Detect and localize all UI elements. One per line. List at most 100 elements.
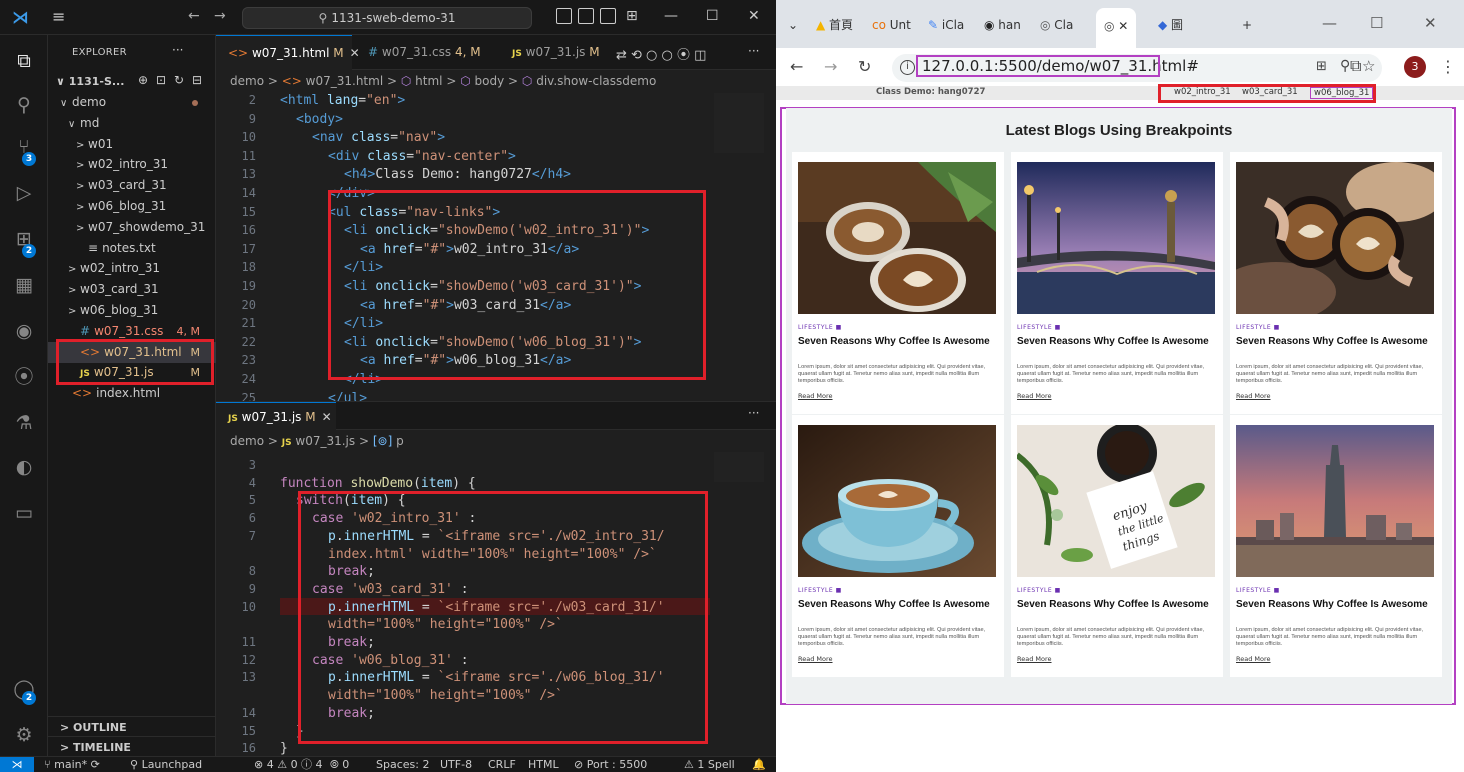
- tree-item-w06-blog-31[interactable]: > w06_blog_31: [48, 300, 216, 321]
- maximize-icon[interactable]: ☐: [706, 8, 719, 24]
- close-window-icon[interactable]: ✕: [1424, 14, 1437, 32]
- browser-tab[interactable]: ◎ ✕: [1096, 8, 1137, 48]
- forward-arrow-icon[interactable]: →: [214, 8, 226, 24]
- bookmark-star-icon[interactable]: ☆: [1362, 57, 1375, 75]
- minimap[interactable]: [714, 452, 764, 482]
- breadcrumb-item[interactable]: w07_31.html: [306, 74, 384, 88]
- more-actions-icon[interactable]: ···: [172, 43, 183, 57]
- read-more-link[interactable]: Read More: [1236, 655, 1271, 663]
- timeline-icon[interactable]: ⦿: [12, 365, 36, 389]
- toggle-sidebar-icon[interactable]: [556, 8, 572, 24]
- browser-tab[interactable]: co Unt: [872, 10, 911, 40]
- language-status[interactable]: HTML: [528, 757, 559, 772]
- layout-icon[interactable]: ⊞: [626, 8, 638, 24]
- testing-icon[interactable]: ⚗: [12, 411, 36, 435]
- read-more-link[interactable]: Read More: [1017, 655, 1052, 663]
- tree-item-w02-intro-31[interactable]: > w02_intro_31: [48, 154, 216, 175]
- command-center[interactable]: ⚲ 1131-sweb-demo-31: [242, 7, 532, 29]
- branch-status[interactable]: ⑂ main* ⟳: [44, 757, 100, 772]
- project-root[interactable]: ∨ 1131-S...: [56, 75, 124, 88]
- notifications-icon[interactable]: 🔔: [752, 757, 766, 772]
- toggle-panel-icon[interactable]: [578, 8, 594, 24]
- browser-tab[interactable]: ◎ Cla: [1040, 10, 1073, 40]
- read-more-link[interactable]: Read More: [798, 655, 833, 663]
- tree-item-w01[interactable]: > w01: [48, 134, 216, 155]
- read-more-link[interactable]: Read More: [1017, 392, 1052, 400]
- encoding-status[interactable]: UTF-8: [440, 757, 472, 772]
- extensions-puzzle-icon[interactable]: ⧉: [1350, 56, 1361, 76]
- indent-status[interactable]: Spaces: 2: [376, 757, 429, 772]
- timeline-section[interactable]: > TIMELINE: [48, 736, 216, 757]
- breadcrumb-item[interactable]: div.show-classdemo: [536, 74, 656, 88]
- zoom-icon[interactable]: ⚲: [1340, 58, 1350, 74]
- compare-icon[interactable]: ⇄ ⟲ ○ ○ ⦿ ◫: [616, 44, 706, 63]
- forward-button[interactable]: →: [824, 57, 837, 76]
- remote-indicator-icon[interactable]: ⋊: [0, 757, 34, 772]
- editor-more-icon[interactable]: ···: [748, 44, 759, 58]
- search-view-icon[interactable]: ⚲: [12, 93, 36, 117]
- tree-item-w03-card-31[interactable]: > w03_card_31: [48, 279, 216, 300]
- tab-w07-js-2[interactable]: JS w07_31.js M ✕: [216, 402, 336, 430]
- read-more-link[interactable]: Read More: [1236, 392, 1271, 400]
- browser-tab[interactable]: ◆ 圖: [1158, 10, 1183, 40]
- new-file-icon[interactable]: ⊕: [138, 73, 148, 87]
- tab-w07-js[interactable]: JS w07_31.js M: [500, 35, 610, 70]
- breadcrumb-item[interactable]: w07_31.js: [295, 434, 355, 448]
- translate-icon[interactable]: ⊞: [1316, 59, 1327, 74]
- back-arrow-icon[interactable]: ←: [188, 8, 200, 24]
- launchpad-status[interactable]: ⚲ Launchpad: [130, 757, 202, 772]
- minimize-icon[interactable]: —: [1322, 14, 1337, 32]
- outline-section[interactable]: > OUTLINE: [48, 716, 216, 737]
- docker-icon[interactable]: ▦: [12, 273, 36, 297]
- tree-item-w03-card-31[interactable]: > w03_card_31: [48, 175, 216, 196]
- browser-tab[interactable]: ◉ han: [984, 10, 1021, 40]
- tab-search-icon[interactable]: ⌄: [788, 10, 798, 40]
- tree-item-md[interactable]: ∨ md: [48, 113, 216, 134]
- github-icon[interactable]: ◉: [12, 319, 36, 343]
- tree-item-demo[interactable]: ∨ demo: [48, 92, 216, 113]
- close-window-icon[interactable]: ✕: [748, 8, 760, 24]
- tab-w07-html[interactable]: <> w07_31.html M ✕: [216, 35, 360, 70]
- breadcrumb-item[interactable]: body: [475, 74, 505, 88]
- breadcrumb-item[interactable]: demo: [230, 434, 264, 448]
- maximize-icon[interactable]: ☐: [1370, 14, 1383, 32]
- toggle-secondary-sidebar-icon[interactable]: [600, 8, 616, 24]
- chrome-menu-icon[interactable]: ⋮: [1440, 57, 1456, 76]
- ports-status[interactable]: ⦾ 0: [330, 757, 349, 772]
- remote-explorer-icon[interactable]: ▭: [12, 501, 36, 525]
- minimize-icon[interactable]: —: [664, 8, 678, 24]
- settings-gear-icon[interactable]: ⚙: [12, 723, 36, 747]
- close-tab-icon[interactable]: ✕: [322, 410, 332, 424]
- back-button[interactable]: ←: [790, 57, 803, 76]
- tree-item-w06-blog-31[interactable]: > w06_blog_31: [48, 196, 216, 217]
- tree-item-w02-intro-31[interactable]: > w02_intro_31: [48, 258, 216, 279]
- reload-button[interactable]: ↻: [858, 57, 871, 76]
- tree-item-w07-showdemo-31[interactable]: > w07_showdemo_31: [48, 217, 216, 238]
- menu-icon[interactable]: ≡: [52, 7, 65, 26]
- tab-w07-css[interactable]: # w07_31.css 4, M: [356, 35, 496, 70]
- explorer-icon[interactable]: ⧉: [12, 49, 36, 73]
- breadcrumb-item[interactable]: html: [415, 74, 442, 88]
- collapse-all-icon[interactable]: ⊟: [192, 73, 202, 87]
- spell-status[interactable]: ⚠ 1 Spell: [684, 757, 735, 772]
- breadcrumb-item[interactable]: demo: [230, 74, 264, 88]
- tree-item-notes-txt[interactable]: ≡ notes.txt: [48, 238, 216, 259]
- tree-item-index-html[interactable]: <> index.html: [48, 383, 216, 404]
- editor-more-icon[interactable]: ···: [748, 406, 759, 420]
- new-folder-icon[interactable]: ⊡: [156, 73, 166, 87]
- minimap[interactable]: [714, 93, 764, 153]
- eol-status[interactable]: CRLF: [488, 757, 516, 772]
- read-more-link[interactable]: Read More: [798, 392, 833, 400]
- profile-avatar[interactable]: 3: [1404, 56, 1426, 78]
- problems-status[interactable]: ⊗ 4 ⚠ 0 ⓘ 4: [254, 757, 323, 772]
- live-server-status[interactable]: ⊘ Port : 5500: [574, 757, 647, 772]
- new-tab-button[interactable]: +: [1242, 10, 1252, 40]
- breadcrumb-item[interactable]: p: [396, 434, 404, 448]
- site-info-icon[interactable]: i: [900, 60, 915, 75]
- browser-tab[interactable]: ✎ iCla: [928, 10, 964, 40]
- close-tab-icon[interactable]: ✕: [1118, 19, 1128, 33]
- edge-icon[interactable]: ◐: [12, 455, 36, 479]
- run-debug-icon[interactable]: ▷: [12, 181, 36, 205]
- browser-tab[interactable]: ▲ 首頁: [816, 10, 853, 40]
- refresh-icon[interactable]: ↻: [174, 73, 184, 87]
